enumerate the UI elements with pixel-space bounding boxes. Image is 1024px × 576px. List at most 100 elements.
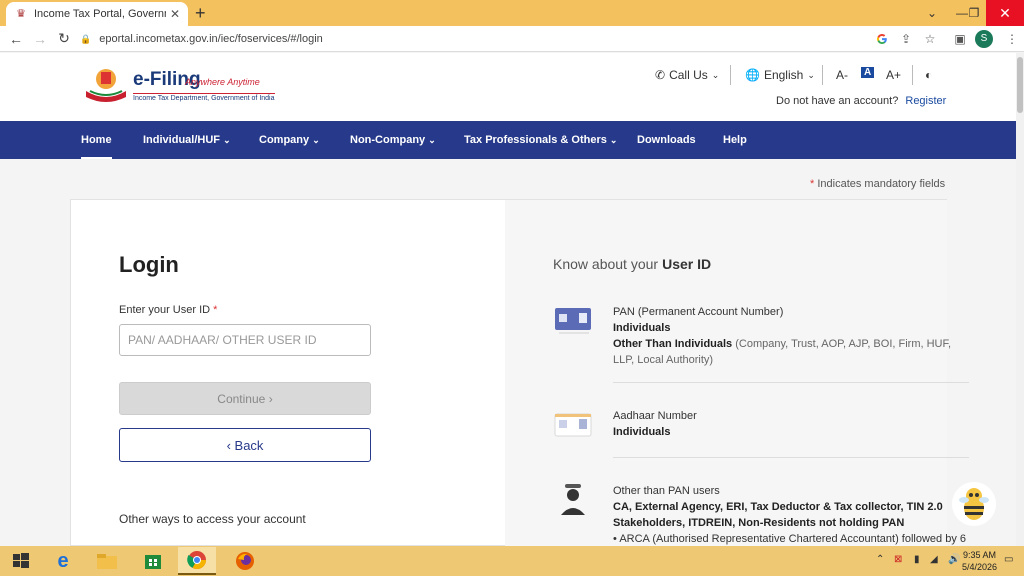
professional-user-icon	[561, 484, 585, 515]
mandatory-note: * Indicates mandatory fields	[810, 178, 945, 190]
browser-toolbar: ← → ↻ 🔒 eportal.incometax.gov.in/iec/fos…	[0, 26, 1024, 52]
side-panel-icon[interactable]: ▣	[950, 30, 970, 48]
font-increase-button[interactable]: A+	[886, 68, 901, 82]
chevron-down-icon: ⌄	[711, 69, 720, 80]
user-id-label: Enter your User ID *	[119, 304, 217, 316]
required-asterisk: *	[810, 178, 815, 190]
contrast-toggle-icon[interactable]: ◐	[925, 68, 932, 82]
chrome-icon[interactable]	[178, 547, 216, 575]
language-label: English	[763, 68, 804, 82]
nav-home[interactable]: Home	[81, 121, 112, 159]
windows-taskbar: e ⌃ ⊠ ▮ ◢ 🔊 9:35 AM 5/4/2026 ▭	[0, 546, 1024, 576]
notifications-icon[interactable]: ▭	[1004, 554, 1013, 565]
no-account-text: Do not have an account?	[776, 95, 899, 107]
scrollbar-thumb[interactable]	[1017, 57, 1023, 113]
login-title: Login	[119, 252, 179, 277]
store-icon[interactable]	[134, 547, 172, 575]
back-button[interactable]: ‹ Back	[119, 428, 371, 462]
register-link[interactable]: Register	[905, 95, 946, 107]
browser-tab-strip: ♛ Income Tax Portal, Government o ✕ + ⌄ …	[0, 0, 1024, 26]
show-hidden-icons-icon[interactable]: ⌃	[876, 554, 884, 565]
lock-icon[interactable]: 🔒	[80, 34, 91, 45]
back-arrow-icon[interactable]: ←	[4, 31, 28, 47]
menu-kebab-icon[interactable]: ⋮	[1002, 30, 1022, 48]
chatbot-bee-icon[interactable]	[950, 480, 998, 528]
internet-explorer-icon[interactable]: e	[44, 547, 82, 575]
nav-label: Non-Company	[350, 134, 426, 146]
font-decrease-button[interactable]: A-	[836, 68, 848, 82]
nav-tax-professionals[interactable]: Tax Professionals & Others ⌄	[464, 121, 617, 159]
header-divider	[912, 65, 913, 85]
continue-button[interactable]: Continue ›	[119, 382, 371, 415]
nav-label: Tax Professionals & Others	[464, 134, 607, 146]
other-users-categories: CA, External Agency, ERI, Tax Deductor &…	[613, 501, 943, 529]
logo-tagline: Anywhere Anytime	[185, 77, 260, 87]
required-asterisk: *	[213, 304, 218, 316]
bookmark-star-icon[interactable]: ☆	[920, 30, 940, 48]
aadhaar-individuals: Individuals	[613, 426, 671, 438]
pan-card-icon	[555, 308, 591, 334]
firefox-icon[interactable]	[226, 547, 264, 575]
file-explorer-icon[interactable]	[88, 547, 126, 575]
chevron-left-icon: ‹	[226, 437, 231, 453]
arca-bullet: • ARCA (Authorised Representative Charte…	[613, 533, 967, 545]
maximize-window-button[interactable]: ❐	[962, 0, 986, 26]
chevron-down-icon: ⌄	[807, 69, 815, 80]
language-dropdown[interactable]: 🌐 English ⌄	[745, 68, 815, 82]
chevron-right-icon: ›	[268, 391, 273, 406]
close-window-button[interactable]: ✕	[986, 0, 1024, 26]
nav-help[interactable]: Help	[723, 121, 747, 159]
other-users-heading: Other than PAN users	[613, 485, 720, 497]
nav-company[interactable]: Company ⌄	[259, 121, 320, 159]
logo-subtitle: Income Tax Department, Government of Ind…	[133, 93, 275, 102]
aadhaar-heading: Aadhaar Number	[613, 410, 697, 422]
chevron-down-icon: ⌄	[609, 135, 618, 145]
profile-avatar[interactable]: S	[975, 30, 993, 48]
forward-arrow-icon[interactable]: →	[28, 31, 52, 47]
user-id-info-panel: Know about your User ID PAN (Permanent Ac…	[505, 200, 969, 546]
call-us-dropdown[interactable]: ✆ Call Us ⌄	[655, 68, 719, 82]
google-icon[interactable]	[872, 30, 892, 48]
page-scrollbar[interactable]	[1016, 53, 1024, 546]
efiling-emblem-logo[interactable]	[82, 67, 130, 105]
pan-info: PAN (Permanent Account Number) Individua…	[553, 304, 973, 368]
other-users-info: Other than PAN users CA, External Agency…	[553, 483, 973, 547]
nav-non-company[interactable]: Non-Company ⌄	[350, 121, 436, 159]
chevron-down-icon: ⌄	[428, 135, 436, 145]
globe-icon: 🌐	[745, 68, 760, 82]
pan-other-than-individuals: Other Than Individuals	[613, 338, 733, 350]
new-tab-button[interactable]: +	[195, 3, 206, 23]
phone-icon: ✆	[655, 68, 666, 82]
reload-icon[interactable]: ↻	[52, 30, 76, 47]
close-tab-icon[interactable]: ✕	[170, 7, 180, 21]
url-text: eportal.incometax.gov.in/iec/foservices/…	[99, 33, 323, 45]
mandatory-note-text: Indicates mandatory fields	[817, 178, 946, 190]
nav-label: Individual/HUF	[143, 134, 220, 146]
user-id-input[interactable]	[119, 324, 371, 356]
share-icon[interactable]: ⇪	[896, 30, 916, 48]
main-navbar: Home Individual/HUF ⌄ Company ⌄ Non-Comp…	[0, 121, 1016, 159]
tab-search-icon[interactable]: ⌄	[920, 0, 944, 26]
know-user-id-heading: Know about your User ID	[553, 256, 711, 272]
register-prompt: Do not have an account? Register	[776, 95, 946, 107]
battery-icon[interactable]: ▮	[914, 554, 920, 565]
know-title-bold: User ID	[662, 256, 712, 272]
wifi-icon[interactable]: ◢	[930, 554, 938, 565]
info-divider	[613, 457, 969, 458]
site-header: e-Filing Anywhere Anytime Income Tax Dep…	[0, 53, 1016, 121]
nav-individual-huf[interactable]: Individual/HUF ⌄	[143, 121, 231, 159]
speaker-icon[interactable]: 🔊	[948, 554, 960, 565]
font-normal-button[interactable]: A	[861, 67, 875, 78]
browser-tab[interactable]: ♛ Income Tax Portal, Government o ✕	[6, 2, 188, 26]
system-clock[interactable]: 9:35 AM 5/4/2026	[962, 549, 997, 573]
windows-start-icon[interactable]	[2, 547, 40, 575]
nav-label: Company	[259, 134, 310, 146]
network-error-icon[interactable]: ⊠	[894, 554, 902, 565]
chevron-down-icon: ⌄	[223, 135, 231, 145]
browser-tab-title: Income Tax Portal, Government o	[34, 8, 166, 20]
info-divider	[613, 382, 969, 383]
continue-label: Continue	[217, 391, 266, 406]
clock-time: 9:35 AM	[963, 550, 997, 560]
address-bar[interactable]: 🔒 eportal.incometax.gov.in/iec/foservice…	[80, 29, 872, 49]
nav-downloads[interactable]: Downloads	[637, 121, 696, 159]
